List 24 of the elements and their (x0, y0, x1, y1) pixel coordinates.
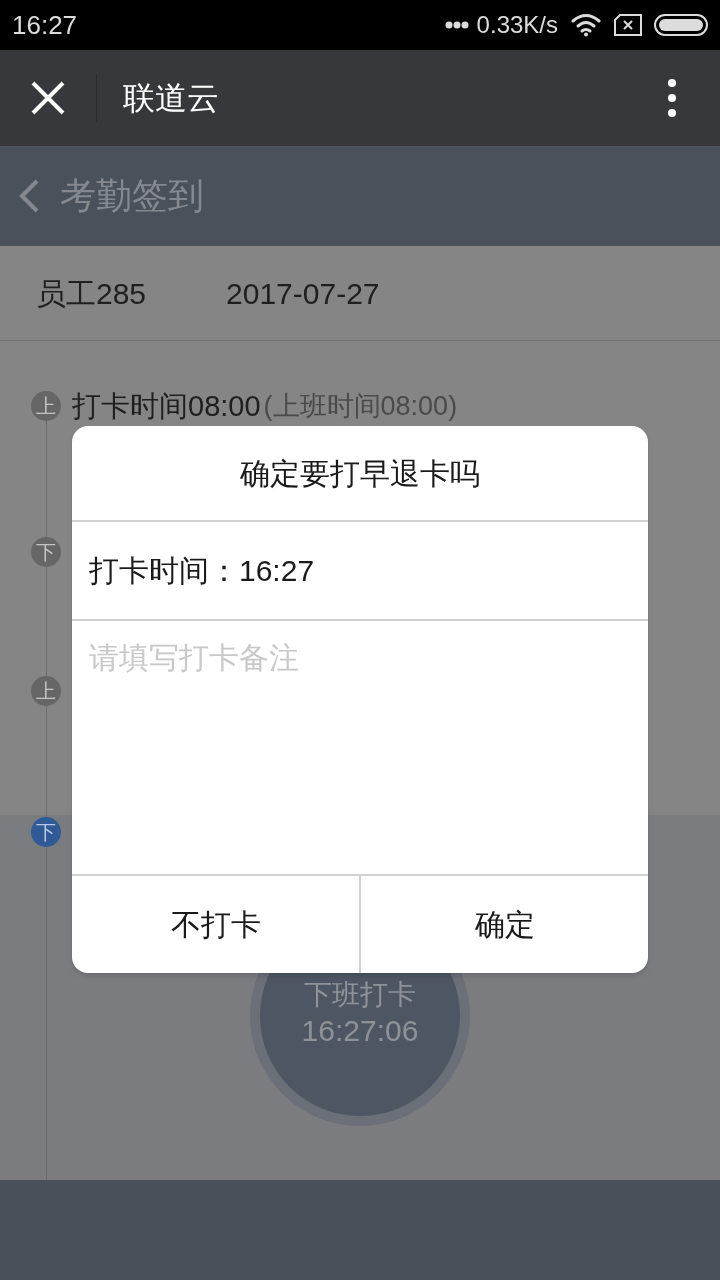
cancel-button[interactable]: 不打卡 (72, 876, 359, 973)
app-title: 联道云 (123, 79, 219, 118)
wifi-icon (570, 13, 602, 37)
close-icon (31, 81, 65, 115)
network-speed: 0.33K/s (476, 10, 558, 40)
punch-time: 打卡时间08:00 (72, 391, 261, 421)
timeline-marker: 下 (31, 537, 61, 567)
current-time: 16:27:06 (301, 1013, 419, 1049)
battery-icon (654, 13, 708, 37)
employee-name: 员工285 (36, 275, 147, 312)
timeline-marker: 上 (31, 676, 61, 706)
sim-card-icon (614, 14, 642, 36)
more-icon (667, 78, 677, 118)
status-time: 16:27 (12, 8, 78, 42)
date-text: 2017-07-27 (226, 275, 380, 312)
work-time-note: (上班时间08:00) (263, 391, 458, 421)
back-icon (18, 179, 40, 213)
dialog-title: 确定要打早退卡吗 (240, 455, 480, 492)
punch-label: 下班打卡 (304, 978, 416, 1012)
more-dots-icon (444, 21, 469, 29)
punch-time-text: 打卡时间：16:27 (89, 553, 315, 589)
confirm-button[interactable]: 确定 (359, 876, 648, 973)
timeline-marker: 上 (31, 391, 61, 421)
timeline-marker: 下 (31, 817, 61, 847)
